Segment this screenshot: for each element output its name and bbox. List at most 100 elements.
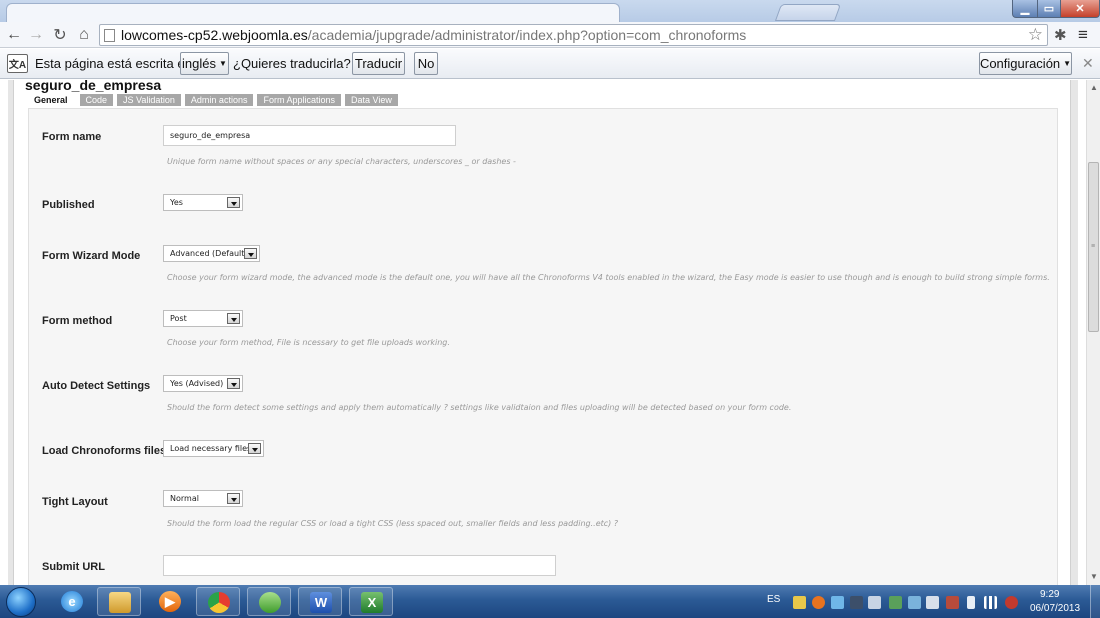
- taskbar-word[interactable]: W: [298, 587, 342, 616]
- address-bar[interactable]: lowcomes-cp52.webjoomla.es/academia/jupg…: [99, 24, 1048, 46]
- page-scrollbar[interactable]: ▲ ≡ ▼: [1086, 80, 1100, 585]
- update-icon[interactable]: [908, 596, 921, 609]
- chevron-down-icon: [227, 313, 240, 324]
- battery-icon[interactable]: [967, 596, 975, 609]
- show-desktop-button[interactable]: [1090, 585, 1100, 618]
- tab-admin-actions[interactable]: Admin actions: [184, 94, 254, 106]
- translate-settings-button[interactable]: Configuración ▼: [979, 52, 1072, 75]
- shield-icon[interactable]: [889, 596, 902, 609]
- auto-detect-select[interactable]: Yes (Advised): [163, 375, 243, 392]
- scroll-down-icon[interactable]: ▼: [1090, 572, 1098, 581]
- back-button[interactable]: ←: [4, 25, 24, 45]
- ie-icon: e: [61, 591, 83, 612]
- form-method-value: Post: [170, 314, 187, 323]
- chevron-down-icon: [248, 443, 261, 454]
- load-files-value: Load necessary files: [170, 444, 252, 453]
- tab-js-validation[interactable]: JS Validation: [117, 94, 181, 106]
- taskbar-excel[interactable]: X: [349, 587, 393, 616]
- mute-icon[interactable]: [1005, 596, 1018, 609]
- dropbox-icon[interactable]: [831, 596, 844, 609]
- input-language[interactable]: ES: [767, 594, 780, 605]
- page-icon: [104, 28, 115, 42]
- grip-icon: ≡: [1091, 243, 1096, 250]
- load-files-label: Load Chronoforms files: [42, 445, 167, 457]
- form-method-select[interactable]: Post: [163, 310, 243, 327]
- flag-icon[interactable]: [946, 596, 959, 609]
- folder-icon: [109, 592, 131, 613]
- form-name-input[interactable]: seguro_de_empresa: [163, 125, 456, 146]
- scroll-up-icon[interactable]: ▲: [1090, 83, 1098, 92]
- tab-form-applications[interactable]: Form Applications: [257, 94, 341, 106]
- translate-bar: 文A Esta página está escrita en inglés ▼ …: [0, 49, 1100, 79]
- close-translate-icon[interactable]: ✕: [1082, 55, 1094, 72]
- wizard-mode-select[interactable]: Advanced (Default): [163, 245, 260, 262]
- forward-button[interactable]: →: [26, 25, 46, 45]
- clock-time[interactable]: 9:29: [1040, 589, 1059, 600]
- page-title: seguro_de_empresa: [25, 80, 162, 93]
- chevron-down-icon: [227, 493, 240, 504]
- maximize-icon: ▭: [1043, 3, 1055, 15]
- wizard-mode-label: Form Wizard Mode: [42, 250, 141, 262]
- chevron-down-icon: ▼: [219, 59, 227, 68]
- home-button[interactable]: ⌂: [74, 25, 94, 45]
- scrollbar-thumb[interactable]: ≡: [1088, 162, 1099, 332]
- page-viewport: seguro_de_empresa General Code JS Valida…: [0, 80, 1086, 585]
- taskbar-media-player[interactable]: ▶: [148, 587, 192, 616]
- device-icon[interactable]: [926, 596, 939, 609]
- minimize-icon: ▁: [1020, 3, 1030, 15]
- chrome-icon: [208, 592, 230, 613]
- language-select[interactable]: inglés ▼: [180, 52, 229, 75]
- window-titlebar: ▁ ▭ ✕: [0, 0, 1100, 22]
- browser-tab[interactable]: [6, 3, 620, 22]
- new-tab-button[interactable]: [774, 4, 842, 21]
- form-tabs: General Code JS Validation Admin actions…: [28, 94, 398, 107]
- chevron-down-icon: ▼: [1063, 59, 1072, 68]
- taskbar-ie[interactable]: e: [50, 587, 94, 616]
- tab-data-view[interactable]: Data View: [344, 94, 398, 106]
- network-icon: [259, 592, 281, 613]
- form-name-help: Unique form name without spaces or any s…: [167, 157, 516, 166]
- arrow-right-icon: →: [28, 26, 44, 43]
- tight-layout-help: Should the form load the regular CSS or …: [167, 519, 619, 528]
- start-button[interactable]: [6, 587, 36, 617]
- page-right-border: [1070, 80, 1078, 585]
- maximize-button[interactable]: ▭: [1037, 0, 1061, 18]
- taskbar-network[interactable]: [247, 587, 291, 616]
- tray-app-icon[interactable]: [793, 596, 806, 609]
- taskbar: e ▶ W X ES 9:29 06/07/2013: [0, 585, 1100, 618]
- submit-url-input[interactable]: [163, 555, 556, 576]
- close-window-button[interactable]: ✕: [1060, 0, 1100, 18]
- warning-icon[interactable]: [812, 596, 825, 609]
- menu-icon[interactable]: ≡: [1078, 25, 1088, 45]
- system-tray: ES 9:29 06/07/2013: [762, 585, 1100, 618]
- bookmark-star-icon[interactable]: ☆: [1028, 25, 1043, 45]
- monitor-icon[interactable]: [850, 596, 863, 609]
- tab-code[interactable]: Code: [79, 94, 114, 106]
- tight-layout-select[interactable]: Normal: [163, 490, 243, 507]
- wizard-mode-value: Advanced (Default): [170, 249, 248, 258]
- reload-button[interactable]: ↻: [50, 25, 70, 45]
- home-icon: ⌂: [79, 26, 89, 43]
- auto-detect-label: Auto Detect Settings: [42, 380, 151, 392]
- clock-date[interactable]: 06/07/2013: [1030, 603, 1080, 614]
- settings-label: Configuración: [979, 56, 1061, 71]
- translate-button[interactable]: Traducir: [352, 52, 405, 75]
- no-translate-button[interactable]: No: [414, 52, 438, 75]
- chevron-down-icon: [227, 197, 240, 208]
- word-icon: W: [310, 592, 332, 613]
- taskbar-chrome[interactable]: [196, 587, 240, 616]
- published-select[interactable]: Yes: [163, 194, 243, 211]
- extension-icon[interactable]: ✱: [1054, 26, 1067, 44]
- auto-detect-help: Should the form detect some settings and…: [167, 403, 792, 412]
- tab-general[interactable]: General: [28, 94, 76, 106]
- close-icon: ✕: [1075, 3, 1085, 15]
- minimize-button[interactable]: ▁: [1012, 0, 1038, 18]
- taskbar-explorer[interactable]: [97, 587, 141, 616]
- volume-icon[interactable]: [868, 596, 881, 609]
- tight-layout-value: Normal: [170, 494, 199, 503]
- load-files-select[interactable]: Load necessary files: [163, 440, 264, 457]
- auto-detect-value: Yes (Advised): [170, 379, 224, 388]
- signal-icon[interactable]: [984, 596, 997, 609]
- form-name-label: Form name: [42, 131, 102, 143]
- chevron-down-icon: [244, 248, 257, 259]
